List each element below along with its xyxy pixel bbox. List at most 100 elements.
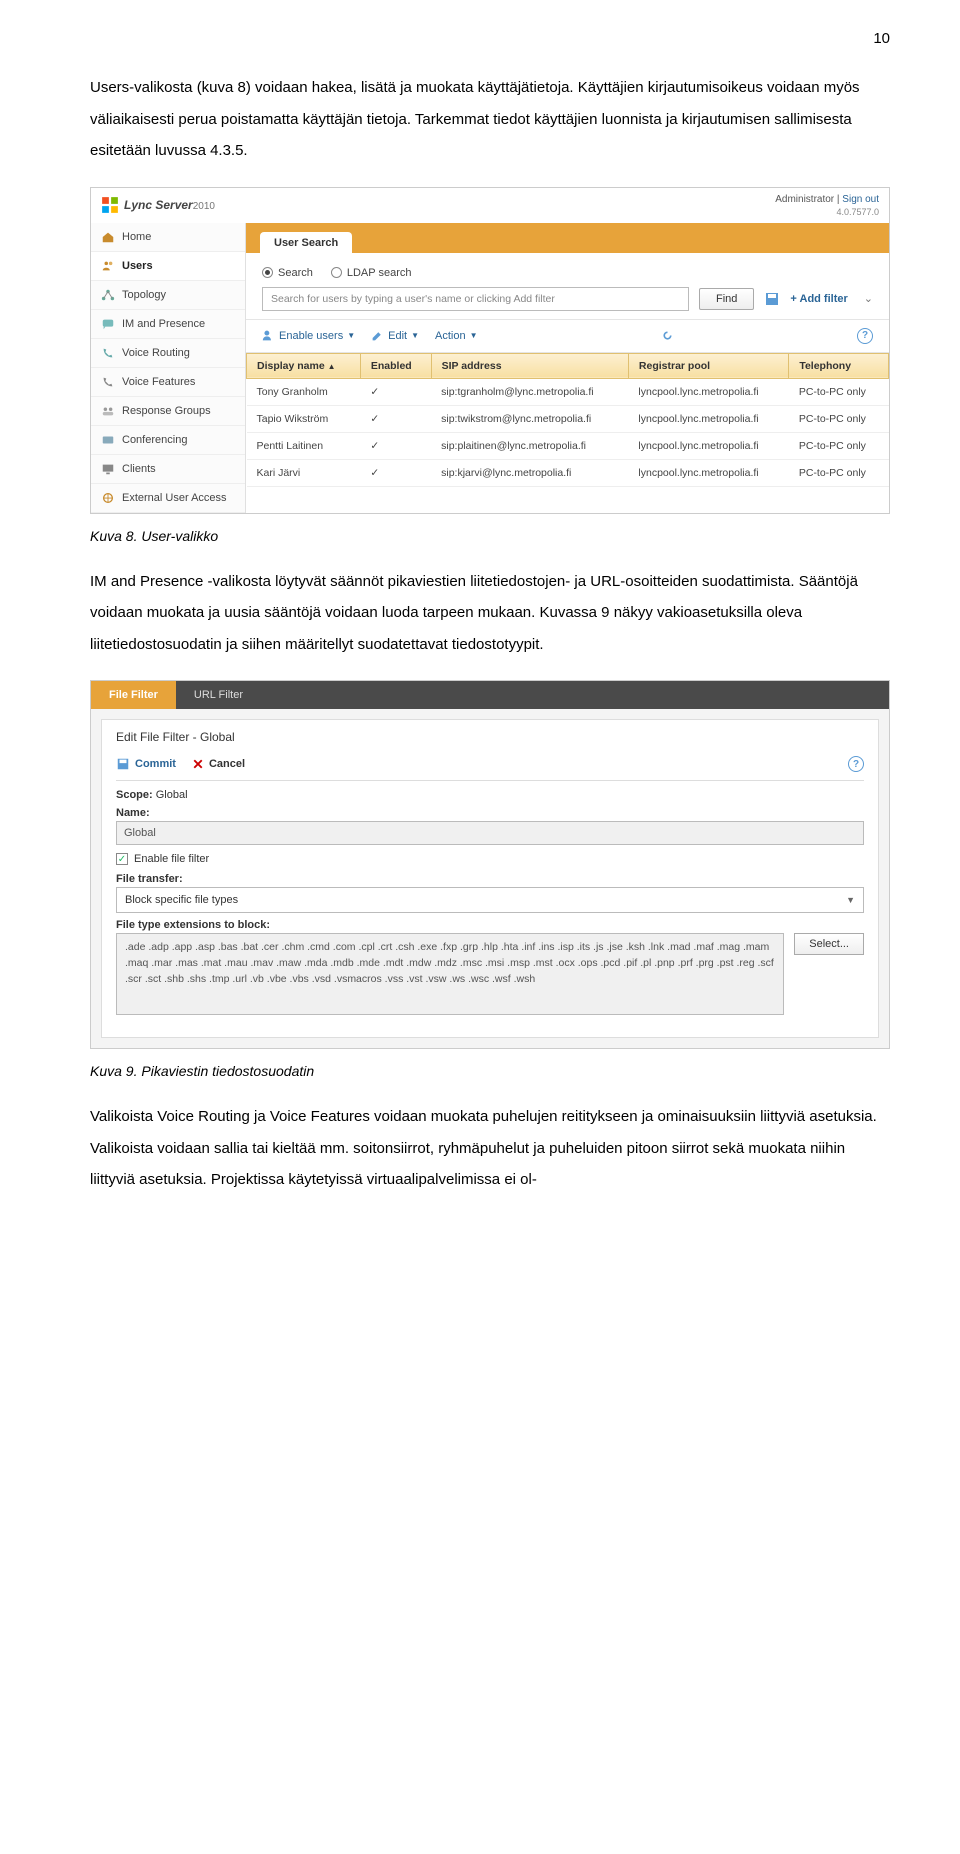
sidebar-item-external[interactable]: External User Access [91,484,245,513]
users-table: Display name ▲ Enabled SIP address Regis… [246,353,889,487]
table-row[interactable]: Pentti Laitinen✓sip:plaitinen@lync.metro… [247,432,889,459]
sidebar-item-users[interactable]: Users [91,252,245,281]
radio-selected-icon [262,267,273,278]
col-pool[interactable]: Registrar pool [628,353,788,378]
commit-label: Commit [135,758,176,770]
cell-sip: sip:plaitinen@lync.metropolia.fi [431,432,628,459]
sidebar-label: Clients [122,463,156,475]
sidebar-item-clients[interactable]: Clients [91,455,245,484]
sidebar-label: Topology [122,289,166,301]
paragraph-3: Valikoista Voice Routing ja Voice Featur… [90,1101,890,1196]
search-input[interactable]: Search for users by typing a user's name… [262,287,689,311]
cell-enabled: ✓ [360,459,431,486]
ldap-radio[interactable]: LDAP search [331,267,412,279]
action-menu[interactable]: Action▼ [435,330,478,342]
find-button[interactable]: Find [699,288,754,310]
lync-screenshot: Lync Server2010 Administrator | Sign out… [90,187,890,514]
name-input[interactable]: Global [116,821,864,845]
sidebar-item-response-groups[interactable]: Response Groups [91,397,245,426]
caption-2: Kuva 9. Pikaviestin tiedostosuodatin [90,1063,890,1079]
cell-name: Kari Järvi [247,459,361,486]
edit-menu[interactable]: Edit▼ [371,329,419,342]
col-sip[interactable]: SIP address [431,353,628,378]
chevron-down-icon: ▼ [347,331,355,340]
product-year: 2010 [193,201,215,212]
enable-checkbox[interactable]: ✓ Enable file filter [116,853,864,865]
select-value: Block specific file types [125,894,238,906]
users-icon [101,259,115,273]
lync-logo-icon [101,196,119,214]
sidebar-label: Users [122,260,153,272]
sign-out-link[interactable]: Sign out [842,194,879,205]
sidebar-label: Conferencing [122,434,187,446]
table-row[interactable]: Kari Järvi✓sip:kjarvi@lync.metropolia.fi… [247,459,889,486]
radio-label: Search [278,267,313,279]
sidebar-item-home[interactable]: Home [91,223,245,252]
sidebar-item-topology[interactable]: Topology [91,281,245,310]
save-icon[interactable] [764,291,780,307]
sidebar-label: Home [122,231,151,243]
cell-pool: lyncpool.lync.metropolia.fi [628,459,788,486]
sidebar-label: Response Groups [122,405,211,417]
col-display-name[interactable]: Display name ▲ [247,353,361,378]
chevron-down-icon: ▼ [411,331,419,340]
help-icon[interactable]: ? [857,328,873,344]
version-label: 4.0.7577.0 [775,207,879,217]
sidebar-label: Voice Routing [122,347,190,359]
col-telephony[interactable]: Telephony [789,353,889,378]
col-enabled[interactable]: Enabled [360,353,431,378]
expand-chevron-icon[interactable]: ⌄ [864,292,873,305]
extensions-box: .ade .adp .app .asp .bas .bat .cer .chm … [116,933,784,1015]
home-icon [101,230,115,244]
lync-logo: Lync Server2010 [101,196,215,214]
cell-sip: sip:twikstrom@lync.metropolia.fi [431,405,628,432]
admin-bar: Administrator | Sign out [775,194,879,205]
sidebar-item-conferencing[interactable]: Conferencing [91,426,245,455]
group-icon [101,404,115,418]
cell-name: Tapio Wikström [247,405,361,432]
paragraph-1: Users-valikosta (kuva 8) voidaan hakea, … [90,72,890,167]
refresh-button[interactable] [661,329,674,342]
file-filter-screenshot: File Filter URL Filter Edit File Filter … [90,680,890,1049]
cell-enabled: ✓ [360,432,431,459]
help-icon[interactable]: ? [848,756,864,772]
product-name: Lync Server [124,198,193,212]
conference-icon [101,433,115,447]
radio-label: LDAP search [347,267,412,279]
enable-users-icon [262,329,275,342]
sidebar-item-im[interactable]: IM and Presence [91,310,245,339]
external-icon [101,491,115,505]
phone-icon [101,375,115,389]
file-transfer-label: File transfer: [116,873,864,885]
scope-row: Scope: Global [116,789,864,801]
page-number: 10 [90,30,890,47]
search-radio[interactable]: Search [262,267,313,279]
cell-sip: sip:kjarvi@lync.metropolia.fi [431,459,628,486]
tab-user-search[interactable]: User Search [260,232,352,253]
checkbox-checked-icon: ✓ [116,853,128,865]
scope-label: Scope: [116,789,153,801]
cell-pool: lyncpool.lync.metropolia.fi [628,378,788,405]
cell-sip: sip:tgranholm@lync.metropolia.fi [431,378,628,405]
sidebar-item-voice-features[interactable]: Voice Features [91,368,245,397]
tab-url-filter[interactable]: URL Filter [176,681,261,709]
refresh-icon [661,329,674,342]
cell-enabled: ✓ [360,378,431,405]
add-filter-link[interactable]: + Add filter [790,293,847,305]
select-button[interactable]: Select... [794,933,864,955]
sidebar-label: IM and Presence [122,318,205,330]
tab-strip: User Search [246,223,889,253]
enable-users-menu[interactable]: Enable users▼ [262,329,355,342]
cancel-button[interactable]: Cancel [192,758,245,770]
extensions-label: File type extensions to block: [116,919,864,931]
paragraph-2: IM and Presence -valikosta löytyvät sään… [90,566,890,661]
sidebar-item-voice-routing[interactable]: Voice Routing [91,339,245,368]
enable-label: Enable file filter [134,853,209,865]
table-row[interactable]: Tony Granholm✓sip:tgranholm@lync.metropo… [247,378,889,405]
tab-file-filter[interactable]: File Filter [91,681,176,709]
table-row[interactable]: Tapio Wikström✓sip:twikstrom@lync.metrop… [247,405,889,432]
edit-icon [371,329,384,342]
file-transfer-select[interactable]: Block specific file types ▼ [116,887,864,913]
commit-button[interactable]: Commit [116,757,176,771]
cell-telephony: PC-to-PC only [789,432,889,459]
